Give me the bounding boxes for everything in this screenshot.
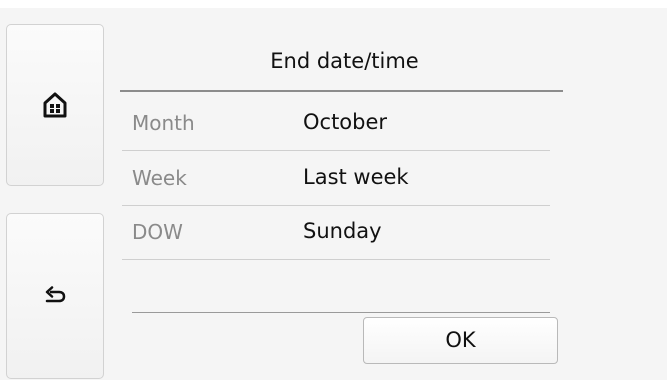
setting-row-dow[interactable]: DOW Sunday: [122, 205, 550, 260]
bottom-divider: [132, 312, 550, 313]
row-value: October: [303, 110, 388, 134]
title-divider: [120, 90, 563, 92]
back-button[interactable]: [6, 213, 104, 379]
row-label: Month: [132, 111, 195, 135]
row-label: Week: [132, 166, 187, 190]
ok-button[interactable]: OK: [363, 317, 558, 364]
home-icon: [43, 92, 67, 118]
row-value: Sunday: [303, 219, 382, 243]
back-icon: [45, 286, 66, 303]
home-button[interactable]: [6, 24, 104, 186]
setting-row-week[interactable]: Week Last week: [122, 151, 550, 206]
setting-row-month[interactable]: Month October: [122, 96, 550, 151]
left-panel: [0, 8, 112, 380]
page-title: End date/time: [270, 49, 419, 73]
row-value: Last week: [303, 165, 409, 189]
settings-screen: End date/time Month October Week Last we…: [0, 0, 667, 383]
main-panel: End date/time Month October Week Last we…: [112, 8, 667, 380]
row-label: DOW: [132, 220, 183, 244]
